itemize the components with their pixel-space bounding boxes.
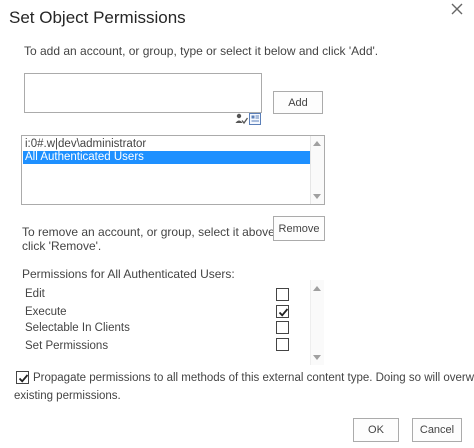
account-input[interactable] xyxy=(24,73,262,113)
account-label: All Authenticated Users xyxy=(25,151,144,163)
permission-checkbox-selectable[interactable] xyxy=(276,321,289,334)
scroll-up-icon[interactable] xyxy=(313,141,321,146)
dialog-title: Set Object Permissions xyxy=(9,8,186,27)
check-names-icon[interactable] xyxy=(235,113,249,125)
permission-label-execute: Execute xyxy=(25,306,67,318)
permission-checkbox-execute[interactable] xyxy=(276,305,289,318)
accounts-list[interactable]: i:0#.w|dev\administrator All Authenticat… xyxy=(21,135,325,205)
propagate-text-line1: Propagate permissions to all methods of … xyxy=(33,372,474,384)
permissions-list: Edit Execute Selectable In Clients Set P… xyxy=(0,280,330,365)
permissions-scrollbar[interactable] xyxy=(310,280,324,365)
address-book-icon[interactable] xyxy=(249,113,261,125)
scroll-down-icon[interactable] xyxy=(313,355,321,360)
close-icon[interactable] xyxy=(451,3,463,15)
add-instructions: To add an account, or group, type or sel… xyxy=(24,44,379,58)
permission-checkbox-set-permissions[interactable] xyxy=(276,338,289,351)
permission-label-set-permissions: Set Permissions xyxy=(25,340,109,352)
list-item[interactable]: i:0#.w|dev\administrator xyxy=(23,138,310,151)
permission-checkbox-edit[interactable] xyxy=(276,288,289,301)
cancel-button[interactable]: Cancel xyxy=(412,418,462,442)
remove-instructions-line1: To remove an account, or group, select i… xyxy=(22,225,299,239)
remove-button[interactable]: Remove xyxy=(273,216,325,241)
remove-instructions-line2: click 'Remove'. xyxy=(22,239,102,253)
permission-label-selectable: Selectable In Clients xyxy=(25,322,130,334)
propagate-text-line2: existing permissions. xyxy=(14,390,121,402)
account-input-value xyxy=(25,74,261,78)
scroll-down-icon[interactable] xyxy=(313,194,321,199)
list-item-selected[interactable]: All Authenticated Users xyxy=(23,151,310,164)
ok-button[interactable]: OK xyxy=(353,418,399,442)
add-button[interactable]: Add xyxy=(273,91,323,114)
checkmark-icon xyxy=(278,308,289,317)
accounts-scrollbar[interactable] xyxy=(310,136,324,204)
permission-label-edit: Edit xyxy=(25,288,45,300)
permissions-heading: Permissions for All Authenticated Users: xyxy=(22,267,235,281)
checkmark-icon xyxy=(18,374,29,383)
scroll-up-icon[interactable] xyxy=(313,286,321,291)
account-label: i:0#.w|dev\administrator xyxy=(25,138,147,150)
propagate-checkbox[interactable] xyxy=(16,371,29,384)
